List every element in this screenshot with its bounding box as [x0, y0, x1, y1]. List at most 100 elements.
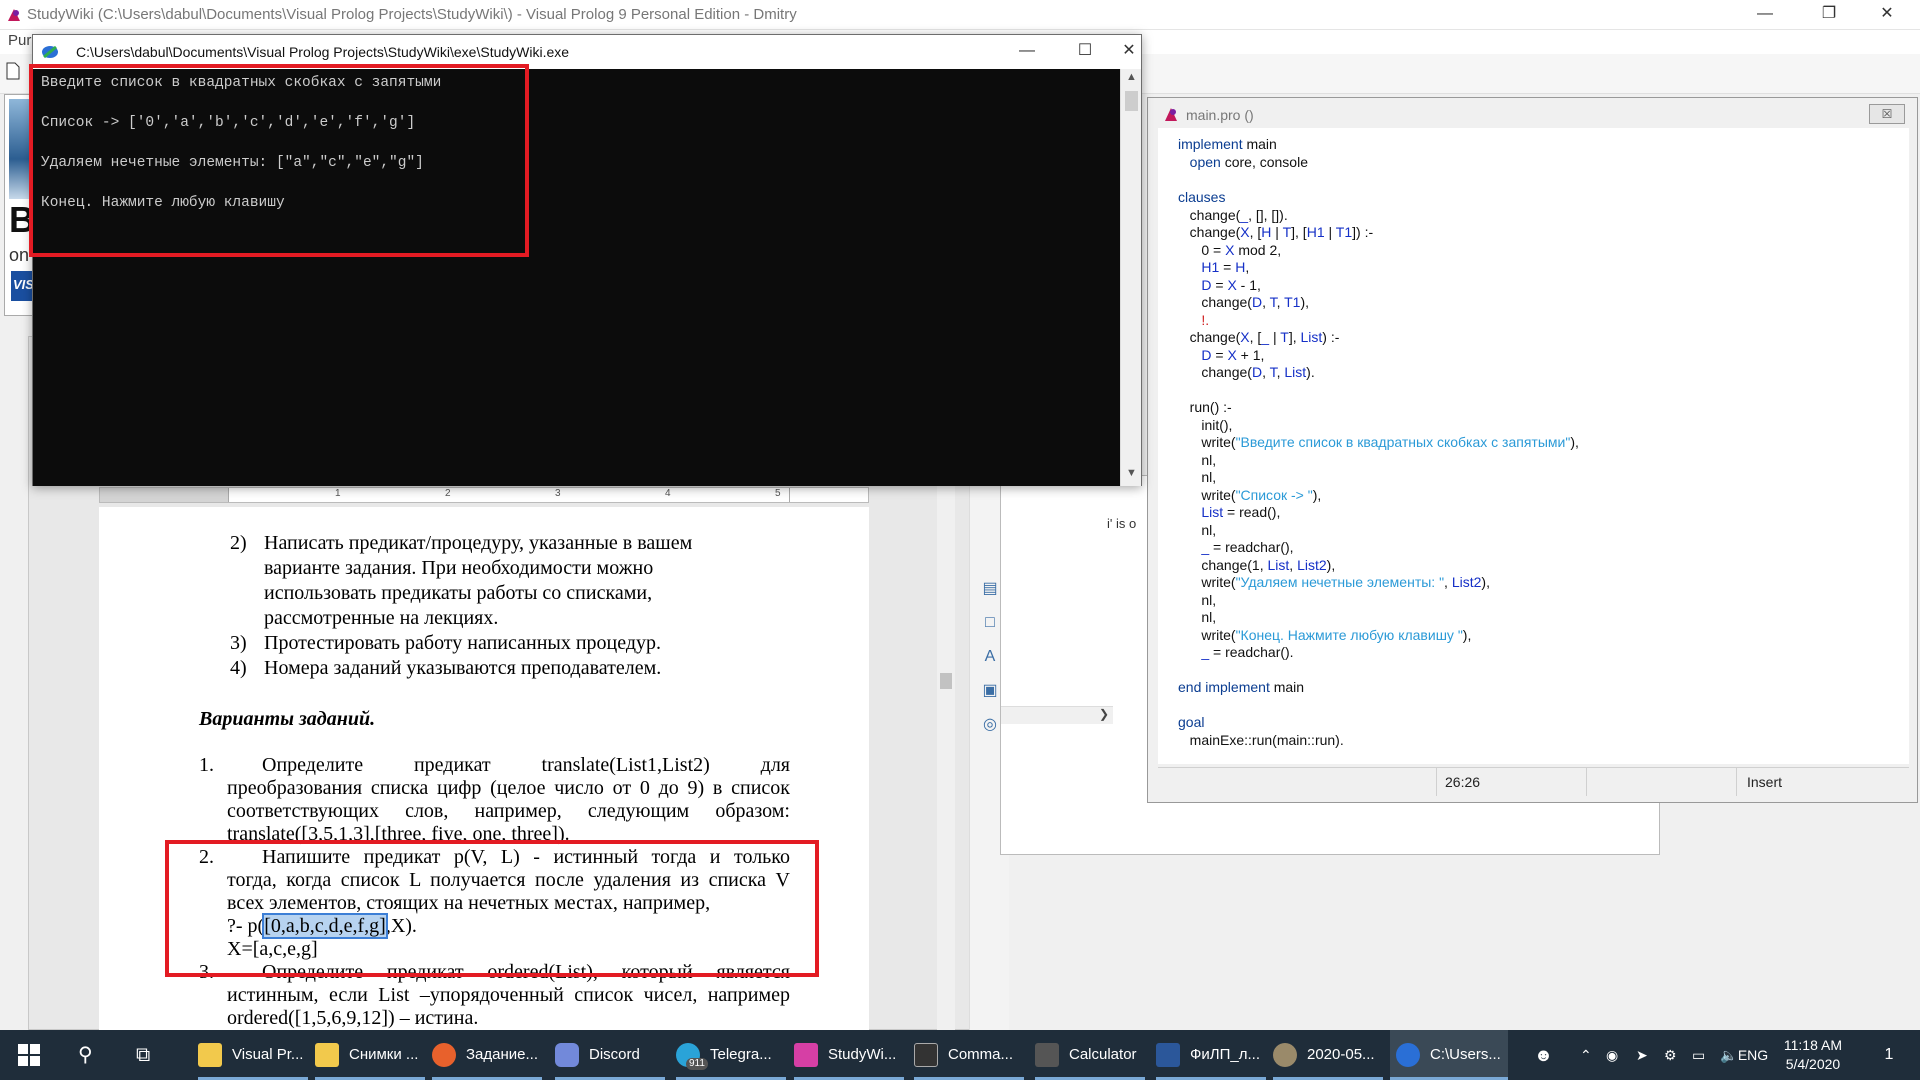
task-view-icon[interactable]: ⧉ [136, 1030, 160, 1080]
navigator-icon[interactable]: ◎ [980, 715, 1000, 735]
ide-title: StudyWiki (C:\Users\dabul\Documents\Visu… [27, 6, 797, 23]
task-text: истинным, если List –упорядоченный списо… [227, 984, 790, 1006]
list-item-text: Протестировать работу написанных процеду… [264, 632, 662, 654]
task-example-result: X=[a,c,e,g] [227, 938, 318, 960]
new-file-icon[interactable] [6, 62, 20, 80]
taskbar-app-firefox[interactable]: Задание... [432, 1030, 542, 1080]
messages-horizontal-scrollbar[interactable]: ❯ [1001, 706, 1113, 724]
notification-count: 1 [1884, 1046, 1894, 1063]
console-title: C:\Users\dabul\Documents\Visual Prolog P… [76, 44, 570, 60]
taskbar: ⚲ ⧉ Visual Pr... Снимки ... Задание... D… [0, 1030, 1920, 1080]
taskbar-app-image-viewer[interactable]: 2020-05... [1273, 1030, 1383, 1080]
list-number: 4) [230, 657, 247, 679]
taskbar-app-screenshots-folder[interactable]: Снимки ... [315, 1030, 425, 1080]
gallery-icon[interactable]: ▣ [980, 681, 1000, 701]
command-prompt-icon [914, 1043, 938, 1067]
scroll-up-icon[interactable]: ▲ [1124, 71, 1139, 87]
editor-title: main.pro () [1186, 107, 1254, 123]
discord-icon [555, 1043, 579, 1067]
minimize-button[interactable]: — [1736, 0, 1794, 30]
editor-window: main.pro () ☒ implement main open core, … [1147, 97, 1918, 803]
task-text: Напишите предикат p(V, L) - истинный тог… [262, 846, 790, 868]
editor-title-bar: main.pro () ☒ [1148, 98, 1917, 128]
insert-mode: Insert [1736, 768, 1909, 796]
ruler-number: 1 [335, 488, 341, 499]
taskbar-app-calculator[interactable]: Calculator [1035, 1030, 1145, 1080]
network-icon[interactable]: ▭ [1692, 1030, 1712, 1080]
input-language[interactable]: ENG [1733, 1030, 1773, 1080]
document-icon [1156, 1043, 1180, 1067]
chevron-up-icon[interactable]: ⌃ [1580, 1030, 1596, 1080]
discord-tray-icon[interactable]: ◉ [1606, 1030, 1626, 1080]
horizontal-ruler[interactable]: 1 2 3 4 5 [99, 487, 869, 503]
search-icon[interactable]: ⚲ [78, 1030, 102, 1080]
telegram-badge: 911 [686, 1058, 708, 1070]
page-icon[interactable]: □ [980, 613, 1000, 633]
scrollbar-thumb[interactable] [1125, 91, 1138, 111]
console-line: Удаляем нечетные элементы: ["a","c","e",… [41, 155, 424, 171]
taskbar-app-console[interactable]: C:\Users... [1390, 1030, 1508, 1080]
console-maximize-button[interactable]: ☐ [1056, 37, 1114, 67]
console-scrollbar[interactable]: ▲ ▼ [1120, 69, 1141, 486]
taskbar-app-telegram[interactable]: Telegra... 911 [676, 1030, 786, 1080]
prolog-file-icon [1165, 108, 1177, 121]
steam-tray-icon[interactable]: ⚙ [1664, 1030, 1684, 1080]
taskbar-app-studywiki[interactable]: StudyWi... [794, 1030, 904, 1080]
list-item-text: Написать предикат/процедуру, указанные в… [264, 532, 693, 554]
ruler-number: 3 [555, 488, 561, 499]
console-app-icon [1396, 1043, 1420, 1067]
scroll-right-icon[interactable]: ❯ [1099, 707, 1109, 721]
restore-button[interactable]: ❐ [1800, 0, 1858, 30]
start-button[interactable] [16, 1030, 46, 1080]
taskbar-app-word-document[interactable]: ФиЛП_л... [1156, 1030, 1266, 1080]
styles-icon[interactable]: A [980, 647, 1000, 667]
task-text: всех элементов, стоящих на нечетных мест… [227, 892, 711, 914]
ide-title-bar: StudyWiki (C:\Users\dabul\Documents\Visu… [0, 0, 1920, 30]
close-button[interactable]: ✕ [1858, 0, 1916, 30]
console-app-icon [42, 45, 58, 59]
firefox-icon [432, 1043, 456, 1067]
clock[interactable]: 11:18 AM 5/4/2020 [1784, 1036, 1842, 1074]
list-number: 3) [230, 632, 247, 654]
document-page[interactable]: 2) Написать предикат/процедуру, указанны… [99, 507, 869, 1037]
task-text: ordered([1,5,6,9,12]) – истина. [227, 1007, 479, 1029]
image-viewer-icon [1273, 1043, 1297, 1067]
list-item-text: Номера заданий указываются преподавателе… [264, 657, 662, 679]
folder-icon [315, 1043, 339, 1067]
task-text: Определите предикат ordered(List), котор… [262, 961, 790, 983]
taskbar-app-visual-prolog-folder[interactable]: Visual Pr... [198, 1030, 308, 1080]
task-text: тогда, когда список L получается после у… [227, 869, 790, 891]
messages-text: i' is o [1107, 516, 1137, 531]
task-number: 2. [199, 846, 214, 868]
windows-logo-icon [18, 1044, 40, 1066]
taskbar-app-command-prompt[interactable]: Comma... [914, 1030, 1024, 1080]
ruler-number: 5 [775, 488, 781, 499]
console-line: Список -> ['0','a','b','c','d','e','f','… [41, 115, 416, 131]
layout-icon[interactable]: ▤ [980, 579, 1000, 599]
console-minimize-button[interactable]: — [998, 37, 1056, 67]
document-vertical-scrollbar[interactable] [937, 483, 955, 1031]
task-number: 3. [199, 961, 214, 983]
heading-variants: Варианты заданий. [199, 708, 376, 730]
taskbar-app-discord[interactable]: Discord [555, 1030, 665, 1080]
task-text: Определите предикат translate(List1,List… [262, 754, 790, 776]
people-icon[interactable]: ☻ [1534, 1030, 1554, 1080]
console-output[interactable]: Введите список в квадратных скобках с за… [33, 69, 1120, 486]
list-item-text: рассмотренные на лекциях. [264, 607, 499, 629]
scroll-down-icon[interactable]: ▼ [1124, 467, 1139, 483]
editor-close-button[interactable]: ☒ [1869, 104, 1905, 124]
console-line: Введите список в квадратных скобках с за… [41, 75, 442, 91]
task-number: 1. [199, 754, 214, 776]
cursor-position: 26:26 [1436, 768, 1586, 796]
code-editor[interactable]: implement main open core, console clause… [1158, 128, 1909, 764]
editor-status-bar: 26:26 Insert [1158, 767, 1909, 796]
telegram-tray-icon[interactable]: ➤ [1636, 1030, 1656, 1080]
task-text: соответствующих слов, например, следующи… [227, 800, 790, 822]
selected-text[interactable]: [0,a,b,c,d,e,f,g] [262, 913, 388, 939]
scrollbar-thumb[interactable] [940, 673, 952, 689]
visual-prolog-icon [794, 1043, 818, 1067]
list-item-text: варианте задания. При необходимости можн… [264, 557, 654, 579]
ruler-number: 2 [445, 488, 451, 499]
notifications-icon[interactable]: 1 [1874, 1030, 1904, 1080]
console-close-button[interactable]: ✕ [1114, 37, 1144, 67]
